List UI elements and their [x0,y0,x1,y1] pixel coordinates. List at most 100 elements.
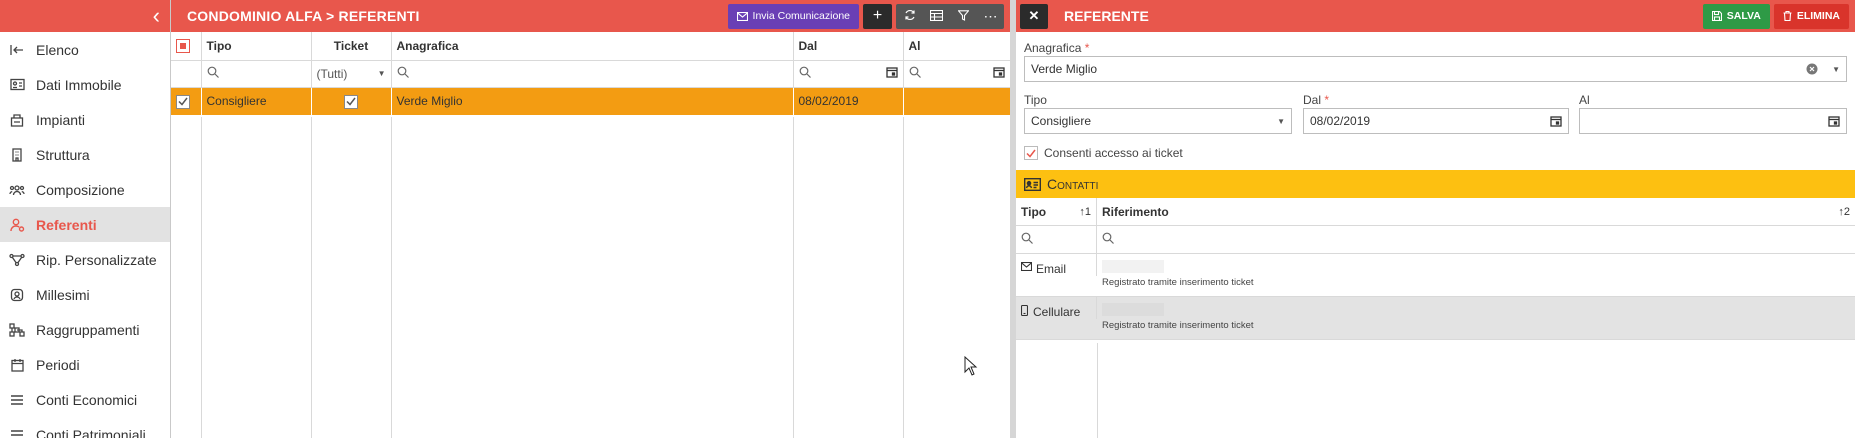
filter-tipo[interactable] [1016,226,1097,253]
refresh-button[interactable] [896,4,923,29]
calendar-icon[interactable] [885,66,898,81]
sidebar-item-conti-patrimoniali[interactable]: Conti Patrimoniali [0,417,170,438]
list-item[interactable]: Email Registrato tramite inserimento tic… [1016,254,1855,297]
contact-type-label: Cellulare [1033,305,1081,319]
elimina-button[interactable]: ELIMINA [1773,3,1849,29]
sign-in-icon [8,41,26,59]
sidebar-item-label: Referenti [36,216,97,233]
table-empty-area [171,117,1010,438]
nodes-icon [8,251,26,269]
consenti-accesso-checkbox[interactable] [1024,146,1038,160]
column-header-ticket[interactable]: Ticket [311,32,392,61]
breadcrumb: CONDOMINIO ALFA > REFERENTI [187,8,420,24]
sidebar-item-elenco[interactable]: Elenco [0,32,170,67]
sidebar-item-conti-economici[interactable]: Conti Economici [0,382,170,417]
refresh-icon [904,8,916,24]
consenti-accesso-ticket-row[interactable]: Consenti accesso ai ticket [1024,146,1183,160]
filter-icon [957,8,970,24]
filter-tipo[interactable] [201,60,312,88]
cell-al[interactable] [903,87,1011,115]
calendar-icon[interactable] [1550,115,1562,127]
cell-ticket[interactable] [311,87,392,115]
filter-dal[interactable] [793,60,904,88]
sidebar-item-label: Raggruppamenti [36,321,140,338]
sidebar-item-label: Composizione [36,181,125,198]
table-row[interactable]: Consigliere Verde Miglio 08/02/2019 [171,87,1011,115]
elimina-label: ELIMINA [1796,10,1840,22]
cell-tipo[interactable]: Consigliere [201,87,312,115]
column-header-tipo[interactable]: Tipo ↑ 1 [1016,198,1097,225]
salva-button[interactable]: SALVA [1702,3,1770,29]
columns-button[interactable] [923,4,950,29]
column-header-tipo[interactable]: Tipo [201,32,312,61]
filter-ticket[interactable]: (Tutti) ▼ [311,60,392,88]
sidebar-item-dati-immobile[interactable]: Dati Immobile [0,67,170,102]
sidebar-item-millesimi[interactable]: Millesimi [0,277,170,312]
mobile-icon [1021,305,1028,316]
column-header-riferimento[interactable]: Riferimento ↑ 2 [1097,198,1855,225]
clear-icon[interactable] [1806,63,1818,75]
column-header-riferimento-label: Riferimento [1102,204,1169,219]
column-header-al[interactable]: Al [903,32,1011,61]
search-icon [909,66,921,81]
contatti-filter-row [1016,226,1855,254]
al-date-field[interactable] [1579,108,1847,134]
filter-al[interactable] [903,60,1011,88]
dropdown-caret-icon: ▼ [377,69,386,78]
sort-order-1: 1 [1084,205,1091,218]
contact-note: Registrato tramite inserimento ticket [1102,277,1254,288]
contatti-header-row: Tipo ↑ 1 Riferimento ↑ 2 [1016,198,1855,226]
tipo-select[interactable]: Consigliere ▼ [1024,108,1292,134]
sidebar-item-impianti[interactable]: Impianti [0,102,170,137]
column-header-tipo-label: Tipo [1021,204,1047,219]
sidebar-item-rip-personalizzate[interactable]: Rip. Personalizzate [0,242,170,277]
referente-detail-panel: ✕ REFERENTE SALVA ELIMINA Anagrafica * V… [1016,0,1855,438]
collapse-chevron-icon[interactable]: ‹ [153,4,160,28]
cell-anagrafica[interactable]: Verde Miglio [391,87,794,115]
column-header-dal[interactable]: Dal [793,32,904,61]
sidebar-item-referenti[interactable]: Referenti [0,207,170,242]
list-item[interactable]: Cellulare Registrato tramite inserimento… [1016,297,1855,340]
column-divider [201,117,202,438]
contact-type-cell: Cellulare [1016,297,1097,319]
calendar-icon [8,356,26,374]
close-button[interactable]: ✕ [1020,3,1048,29]
required-marker: * [1324,93,1330,107]
row-select-cell[interactable] [171,87,202,115]
select-all-cell[interactable] [171,32,202,61]
redacted-value [1102,260,1164,273]
add-button[interactable]: + [863,3,892,29]
sidebar-item-composizione[interactable]: Composizione [0,172,170,207]
select-all-checkbox[interactable] [176,39,190,54]
close-icon: ✕ [1028,8,1040,23]
server-icon [8,111,26,129]
cell-dal[interactable]: 08/02/2019 [793,87,904,115]
tipo-value: Consigliere [1031,114,1092,128]
referenti-list-panel: CONDOMINIO ALFA > REFERENTI Invia Comuni… [171,0,1011,438]
more-button[interactable]: ⋯ [977,4,1004,29]
row-checkbox[interactable] [176,94,190,109]
required-marker: * [1084,41,1090,55]
sidebar-item-raggruppamenti[interactable]: Raggruppamenti [0,312,170,347]
filter-riferimento[interactable] [1097,226,1855,253]
sidebar-item-label: Millesimi [36,286,90,303]
table-header-row: Tipo Ticket Anagrafica Dal Al [171,32,1011,61]
calendar-icon[interactable] [1828,115,1840,127]
filter-button[interactable] [950,4,977,29]
search-icon [799,66,811,81]
sidebar-item-struttura[interactable]: Struttura [0,137,170,172]
column-divider [903,117,904,438]
column-header-anagrafica[interactable]: Anagrafica [391,32,794,61]
dropdown-caret-icon[interactable]: ▼ [1832,65,1840,74]
plus-icon: + [872,7,883,24]
column-divider [391,117,392,438]
dropdown-caret-icon: ▼ [1277,116,1285,126]
calendar-icon[interactable] [992,66,1005,81]
sidebar-item-periodi[interactable]: Periodi [0,347,170,382]
dal-date-field[interactable]: 08/02/2019 [1303,108,1569,134]
referenti-table: Tipo Ticket Anagrafica Dal Al (Tutti) ▼ C… [171,32,1011,115]
anagrafica-field[interactable]: Verde Miglio ▼ [1024,56,1847,82]
invia-comunicazione-button[interactable]: Invia Comunicazione [727,3,859,29]
building-icon [8,146,26,164]
filter-anagrafica[interactable] [391,60,794,88]
